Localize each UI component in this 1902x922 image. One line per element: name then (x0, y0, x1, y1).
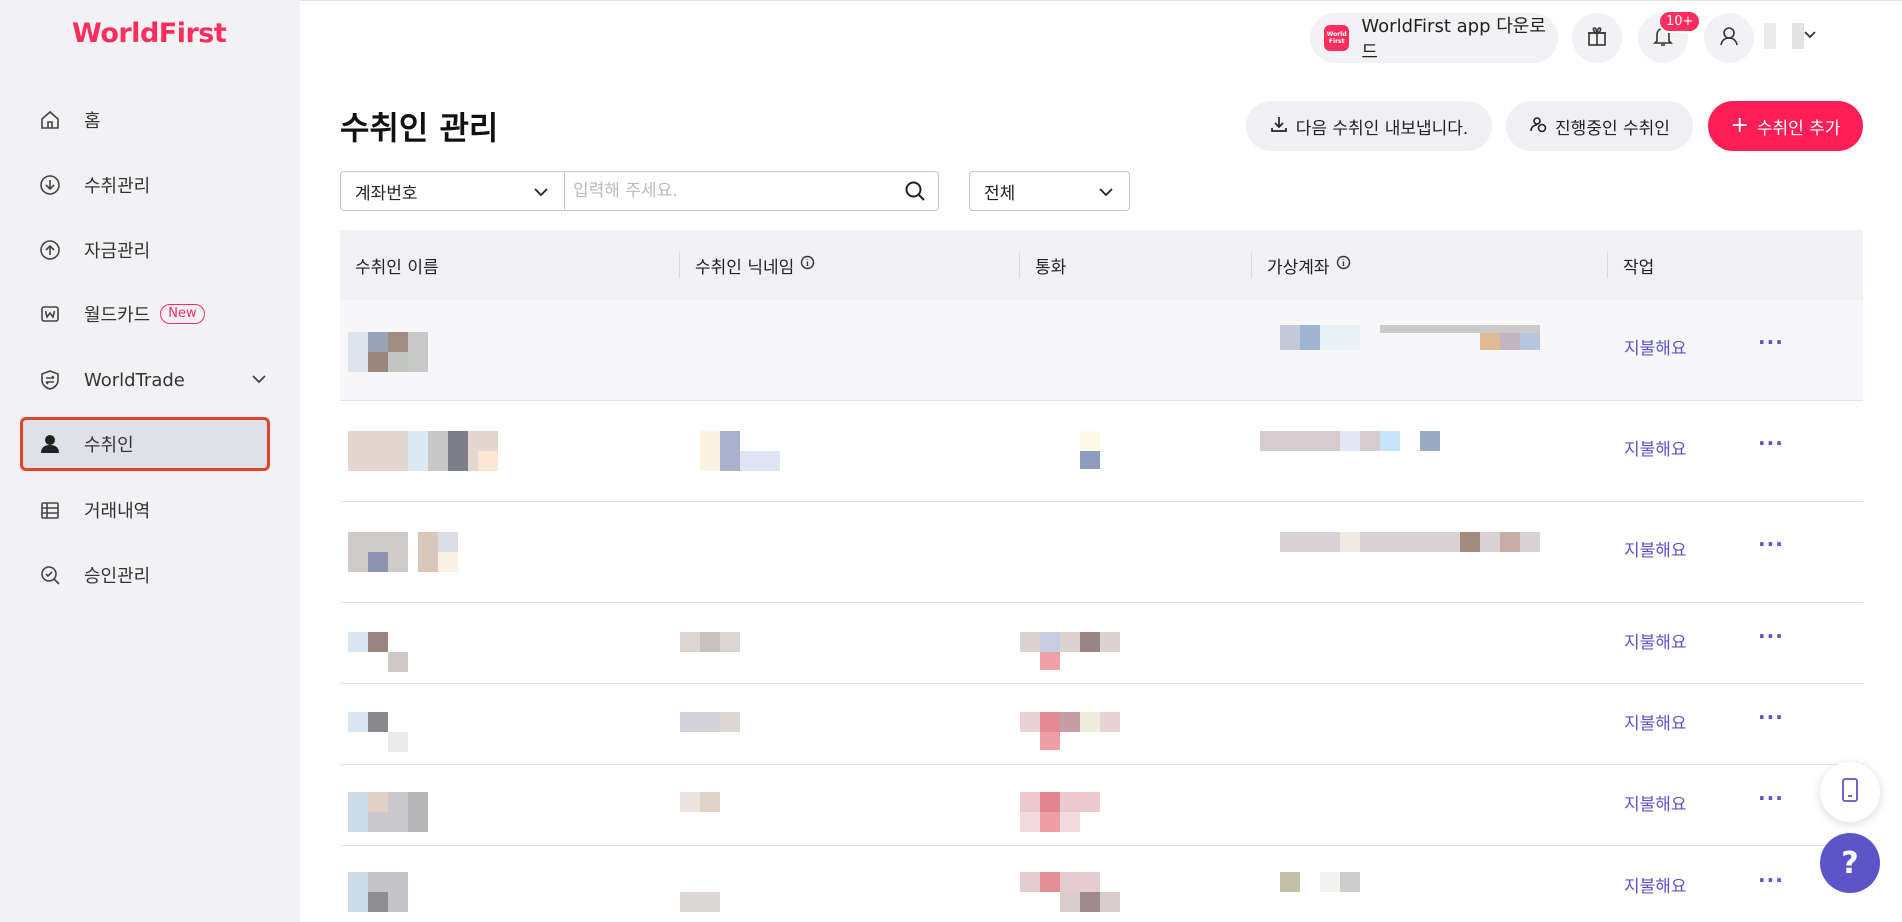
pay-link[interactable]: 지불해요 (1624, 872, 1687, 897)
info-icon[interactable] (1336, 255, 1351, 275)
sidebar-item-approvals[interactable]: 승인관리 (20, 548, 280, 602)
status-select-value: 전체 (984, 183, 1016, 204)
account-name-redacted[interactable] (1764, 21, 1828, 53)
approval-search-icon (38, 563, 62, 587)
table-row: 지불해요 ··· (340, 300, 1863, 401)
pay-link[interactable]: 지불해요 (1624, 709, 1687, 734)
search-field-select[interactable]: 계좌번호 (340, 171, 565, 211)
export-recipients-button[interactable]: 다음 수취인 내보냅니다. (1246, 101, 1492, 151)
table-row: 지불해요 ··· (340, 846, 1863, 922)
sidebar-item-collection[interactable]: 수취관리 (20, 158, 280, 212)
sidebar-item-transactions[interactable]: 거래내역 (20, 483, 280, 537)
add-recipient-button[interactable]: + 수취인 추가 (1708, 101, 1863, 151)
user-icon (1718, 25, 1740, 51)
more-options-button[interactable]: ··· (1758, 330, 1784, 354)
topbar: World First WorldFirst app 다운로드 10+ (300, 0, 1902, 72)
search-field-value: 계좌번호 (355, 183, 418, 204)
more-options-button[interactable]: ··· (1758, 705, 1784, 729)
pay-link[interactable]: 지불해요 (1624, 435, 1687, 460)
card-w-icon (38, 302, 62, 326)
download-circle-icon (38, 173, 62, 197)
pay-link[interactable]: 지불해요 (1624, 334, 1687, 359)
sidebar-item-worldtrade[interactable]: WorldTrade (20, 353, 280, 407)
pay-link[interactable]: 지불해요 (1624, 628, 1687, 653)
add-recipient-label: 수취인 추가 (1756, 118, 1841, 139)
table-row: 지불해요 ··· (340, 603, 1863, 684)
profile-button[interactable] (1704, 13, 1754, 63)
people-sync-icon (1529, 115, 1547, 138)
table-row: 지불해요 ··· (340, 502, 1863, 603)
sidebar-item-label: 수취인 (84, 435, 134, 456)
table-row: 지불해요 ··· (340, 401, 1863, 502)
app-download-button[interactable]: World First WorldFirst app 다운로드 (1310, 13, 1558, 63)
sidebar-item-worldcard[interactable]: 월드카드 New (20, 287, 280, 341)
column-header-currency: 통화 (1035, 257, 1067, 278)
sidebar-item-home[interactable]: 홈 (20, 93, 280, 147)
list-table-icon (38, 498, 62, 522)
app-download-label: WorldFirst app 다운로드 (1361, 16, 1546, 63)
sidebar-item-label: WorldTrade (84, 369, 185, 391)
in-progress-label: 진행중인 수취인 (1555, 118, 1670, 139)
sidebar: WorldFirst 홈 수취관리 자금관리 월드카드 New WorldTra… (0, 0, 300, 922)
column-header-name: 수취인 이름 (355, 257, 439, 278)
sidebar-item-label: 홈 (84, 111, 101, 132)
pay-link[interactable]: 지불해요 (1624, 536, 1687, 561)
table-row: 지불해요 ··· (340, 765, 1863, 846)
download-icon (1270, 115, 1288, 138)
table-header: 수취인 이름 수취인 닉네임 통화 가상계좌 작업 (340, 230, 1863, 300)
more-options-button[interactable]: ··· (1758, 431, 1784, 455)
column-header-action: 작업 (1623, 257, 1655, 278)
column-header-virtual-account: 가상계좌 (1267, 230, 1351, 300)
question-mark-icon: ? (1841, 845, 1859, 881)
home-icon (38, 108, 62, 132)
table-row: 지불해요 ··· (340, 684, 1863, 765)
sidebar-item-funds[interactable]: 자금관리 (20, 223, 280, 277)
mobile-phone-icon (1839, 777, 1861, 807)
worldfirst-logo[interactable]: WorldFirst (72, 18, 227, 49)
status-select[interactable]: 전체 (969, 171, 1130, 211)
page-title: 수취인 관리 (340, 109, 499, 147)
more-options-button[interactable]: ··· (1758, 532, 1784, 556)
info-icon[interactable] (800, 255, 815, 275)
chevron-down-icon (250, 370, 268, 393)
chevron-down-icon (532, 183, 550, 206)
more-options-button[interactable]: ··· (1758, 868, 1784, 892)
chevron-down-icon (1097, 183, 1115, 206)
in-progress-recipients-button[interactable]: 진행중인 수취인 (1506, 101, 1693, 151)
sidebar-item-label: 월드카드 (84, 305, 151, 326)
search-input[interactable] (564, 171, 939, 211)
mobile-app-floating-button[interactable] (1820, 762, 1880, 822)
account-chevron-down-icon[interactable] (1802, 27, 1818, 47)
sidebar-item-label: 승인관리 (84, 566, 151, 587)
gift-button[interactable] (1572, 13, 1622, 63)
pay-link[interactable]: 지불해요 (1624, 790, 1687, 815)
search-icon[interactable] (904, 180, 926, 206)
upload-circle-icon (38, 238, 62, 262)
plus-icon: + (1730, 113, 1749, 138)
worldfirst-app-icon: World First (1324, 25, 1350, 51)
sidebar-item-label: 자금관리 (84, 241, 151, 262)
gift-icon (1586, 25, 1608, 51)
trade-shield-icon (38, 368, 62, 392)
sidebar-item-label: 거래내역 (84, 501, 151, 522)
sidebar-item-label: 수취관리 (84, 176, 151, 197)
sidebar-item-recipients[interactable]: 수취인 (20, 417, 270, 471)
more-options-button[interactable]: ··· (1758, 786, 1784, 810)
new-badge: New (160, 304, 205, 324)
person-icon (38, 432, 62, 456)
notification-count-badge: 10+ (1658, 10, 1702, 33)
help-floating-button[interactable]: ? (1820, 833, 1880, 893)
more-options-button[interactable]: ··· (1758, 624, 1784, 648)
column-header-nickname: 수취인 닉네임 (695, 230, 815, 300)
export-label: 다음 수취인 내보냅니다. (1295, 118, 1469, 139)
